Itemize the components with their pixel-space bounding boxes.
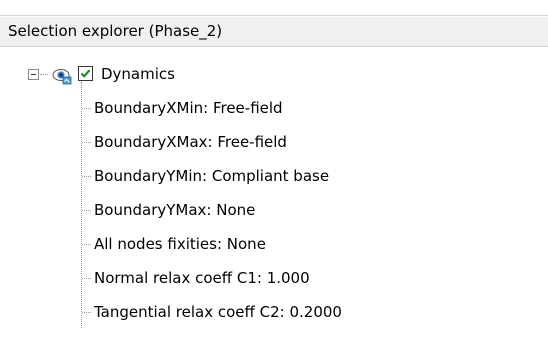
tree-item-boundary-ymax[interactable]: BoundaryYMax: None [0, 193, 548, 227]
tree-item-boundary-xmax[interactable]: BoundaryXMax: Free-field [0, 125, 548, 159]
tree-item-boundary-xmin[interactable]: BoundaryXMin: Free-field [0, 91, 548, 125]
tree-connector [82, 176, 91, 177]
tree-connector [82, 142, 91, 143]
tree-item-label: BoundaryYMin: Compliant base [94, 167, 330, 185]
tree-connector [40, 74, 48, 75]
eye-icon[interactable] [52, 67, 72, 85]
tree-connector [82, 108, 91, 109]
dynamics-label: Dynamics [101, 65, 175, 83]
top-strip [0, 0, 548, 16]
tree-item-label: BoundaryYMax: None [94, 201, 256, 219]
tree-connector [82, 278, 91, 279]
selection-explorer-window: Selection explorer (Phase_2) Dynamics Bo… [0, 0, 548, 351]
tree-item-label: BoundaryXMin: Free-field [94, 99, 283, 117]
tree-item-node-fixities[interactable]: All nodes fixities: None [0, 227, 548, 261]
panel-title: Selection explorer (Phase_2) [0, 17, 548, 47]
tree-item-boundary-ymin[interactable]: BoundaryYMin: Compliant base [0, 159, 548, 193]
tree-connector [82, 244, 91, 245]
tree-item-label: All nodes fixities: None [94, 235, 266, 253]
tree-item-label: BoundaryXMax: Free-field [94, 133, 287, 151]
selection-tree: Dynamics BoundaryXMin: Free-field Bounda… [0, 48, 548, 351]
tree-item-normal-relax-coeff[interactable]: Normal relax coeff C1: 1.000 [0, 261, 548, 295]
tree-connector [82, 210, 91, 211]
tree-connector [82, 312, 91, 313]
tree-item-label: Tangential relax coeff C2: 0.2000 [94, 303, 342, 321]
tree-item-tangential-relax-coeff[interactable]: Tangential relax coeff C2: 0.2000 [0, 295, 548, 329]
tree-item-label: Normal relax coeff C1: 1.000 [94, 269, 310, 287]
collapse-toggle-icon[interactable] [28, 69, 39, 80]
dynamics-checkbox[interactable] [78, 66, 93, 81]
tree-root-dynamics[interactable]: Dynamics [0, 58, 548, 92]
